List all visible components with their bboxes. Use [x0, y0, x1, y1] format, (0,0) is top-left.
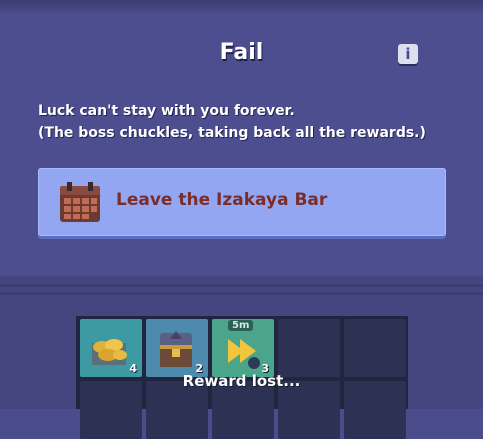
calendar-icon — [60, 182, 100, 222]
reward-slot-fast-forward: 5m 3 — [212, 319, 274, 377]
dialog-message: Luck can't stay with you forever. (The b… — [38, 100, 458, 144]
divider-stripe — [0, 292, 483, 295]
message-line-2: (The boss chuckles, taking back all the … — [38, 125, 426, 141]
reward-slot-gold-chest: 4 — [80, 319, 142, 377]
divider-stripe — [0, 284, 483, 287]
reward-lost-text: Reward lost... — [182, 372, 301, 390]
message-line-1: Luck can't stay with you forever. — [38, 103, 295, 119]
reward-slot-empty — [344, 319, 406, 377]
leave-izakaya-button[interactable]: Leave the Izakaya Bar — [38, 168, 446, 236]
info-icon: i — [405, 45, 411, 63]
top-band — [0, 0, 483, 14]
reward-slot-empty — [278, 319, 340, 377]
reward-grid: 4 2 5m 3 — [76, 316, 408, 439]
reward-slot-treasure-chest: 2 — [146, 319, 208, 377]
leave-izakaya-label: Leave the Izakaya Bar — [116, 190, 328, 210]
info-button[interactable]: i — [398, 44, 418, 64]
